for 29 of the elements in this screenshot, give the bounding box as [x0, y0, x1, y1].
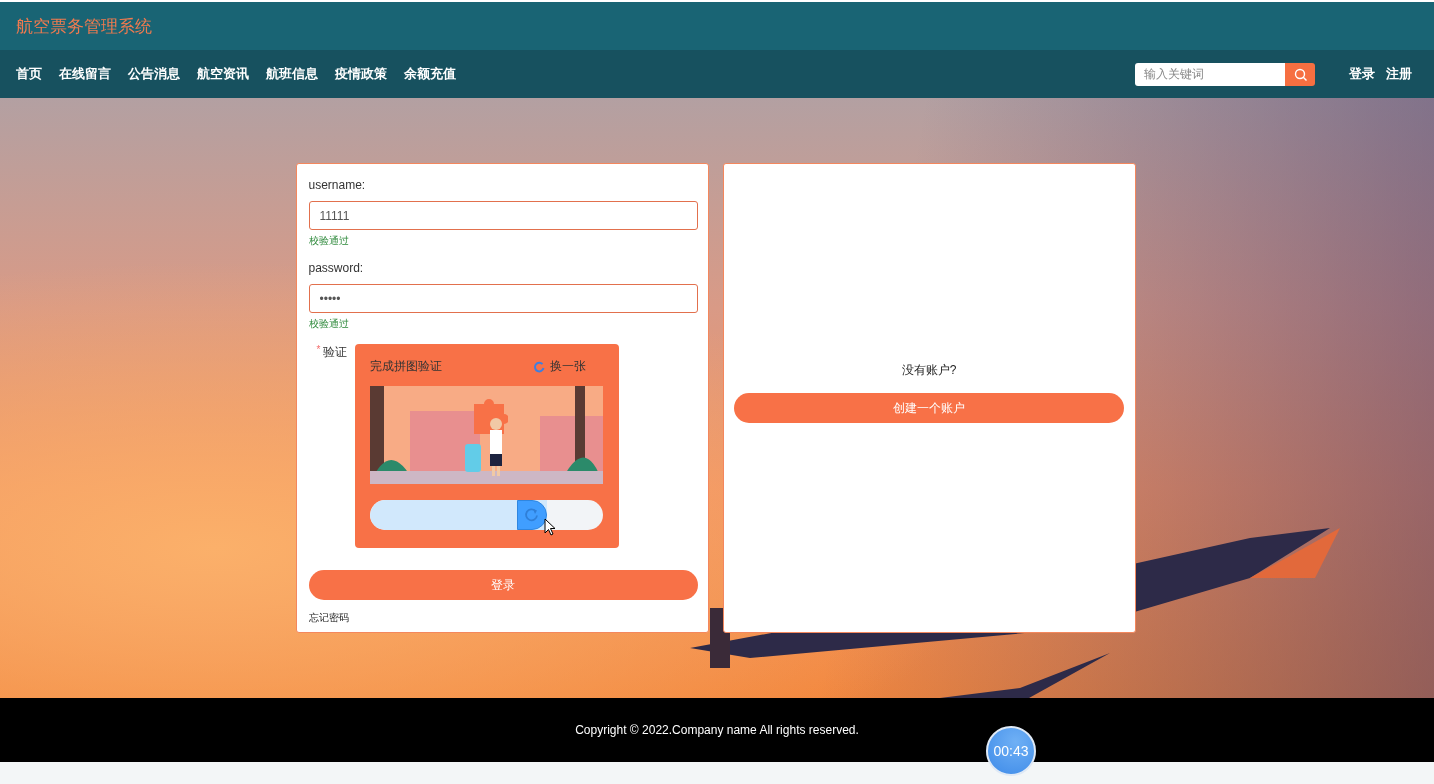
nav-link[interactable]: 在线留言 [59, 65, 111, 83]
search-icon [1293, 67, 1307, 81]
nav-link[interactable]: 公告消息 [128, 65, 180, 83]
field-label: username: [308, 178, 367, 192]
nav-link[interactable]: 登录 [1349, 65, 1375, 83]
forgot-password-link[interactable]: 忘记密码 [308, 611, 696, 625]
text-field[interactable]: 11111 [308, 201, 698, 230]
copyright-text: Copyright © 2022.Company name All rights reserved. [575, 723, 859, 737]
captcha-title: 完成拼图验证 [369, 358, 442, 375]
text-field[interactable]: ••••• [308, 284, 698, 313]
refresh-icon [532, 360, 545, 373]
refresh-icon [523, 507, 540, 523]
nav-link[interactable]: 航空资讯 [197, 65, 249, 83]
nav-link[interactable]: 余额充值 [404, 65, 456, 83]
refresh-link[interactable]: 换一张 [532, 358, 586, 375]
nav-link[interactable]: 首页 [16, 65, 42, 83]
nav-link[interactable]: 航班信息 [266, 65, 318, 83]
nav-link[interactable]: 疫情政策 [335, 65, 387, 83]
validation-message: 校验通过 [308, 234, 350, 248]
nav-link[interactable]: 注册 [1386, 65, 1412, 83]
cursor-icon [543, 518, 557, 536]
site-title: 航空票务管理系统 [16, 15, 152, 38]
search-field[interactable]: 输入关键词 [1135, 62, 1285, 86]
search-button[interactable] [1285, 62, 1315, 86]
field-label: password: [308, 261, 365, 275]
required-mark: * [316, 344, 321, 355]
field-label: 验证 [323, 344, 348, 361]
validation-message: 校验通过 [308, 317, 350, 331]
register-prompt: 没有账户? [901, 362, 957, 379]
